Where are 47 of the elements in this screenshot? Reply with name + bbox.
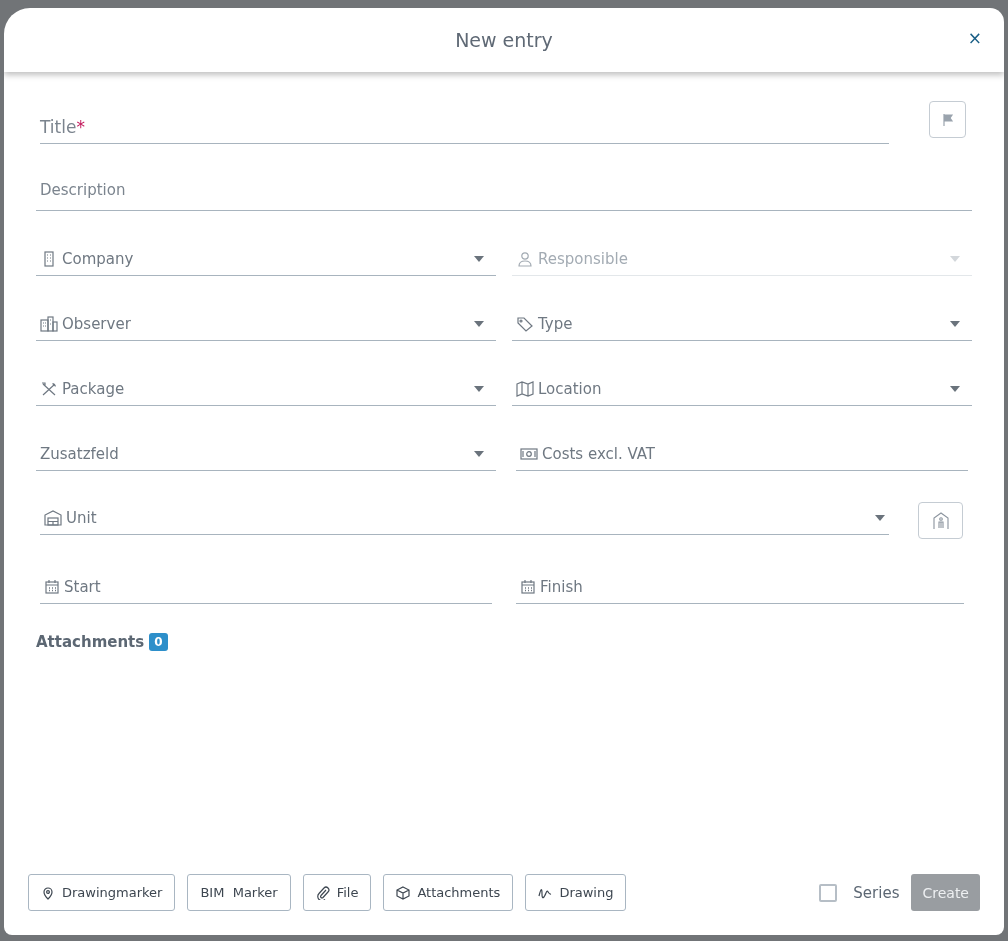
dropdown-field[interactable]: Observer (36, 285, 496, 341)
calendar-icon (44, 578, 60, 595)
caret-icon (474, 450, 484, 457)
caret-icon (474, 255, 484, 262)
footer-button[interactable]: Attachments (383, 874, 514, 911)
tools-icon (40, 380, 58, 397)
series-label: Series (853, 883, 900, 902)
footer-button[interactable]: Drawingmarker (28, 874, 176, 911)
caret-icon (474, 320, 484, 327)
footer-button[interactable]: BIM Marker (187, 874, 291, 911)
input-field[interactable]: Costs excl. VAT (516, 415, 968, 471)
caret-icon (950, 320, 960, 327)
flag-button[interactable] (929, 101, 966, 138)
pin-icon (41, 885, 55, 900)
dropdown-field[interactable]: Package (36, 350, 496, 406)
dropdown-field[interactable]: Location (512, 350, 972, 406)
footer-button[interactable]: File (302, 874, 372, 911)
dropdown-field[interactable]: Zusatzfeld (36, 415, 496, 471)
title-field[interactable]: Title* (40, 100, 889, 144)
date-field[interactable]: Start (40, 548, 492, 604)
warehouse-icon (44, 510, 62, 526)
house-person-icon (932, 511, 949, 530)
series-checkbox[interactable] (819, 883, 838, 902)
footer-button[interactable]: Drawing (525, 874, 627, 911)
date-field[interactable]: Finish (516, 548, 964, 604)
tag-icon (516, 315, 534, 332)
description-field[interactable]: Description (36, 155, 972, 211)
dialog-title: New entry (455, 29, 553, 51)
map-icon (516, 380, 534, 397)
calendar-icon (520, 578, 536, 595)
buildings-icon (40, 315, 58, 332)
person-icon (516, 250, 534, 267)
caret-icon (950, 255, 960, 262)
money-icon (520, 445, 538, 462)
dropdown-field[interactable]: Company (36, 220, 496, 276)
close-button[interactable]: × (963, 26, 986, 50)
count-badge: 0 (149, 633, 168, 651)
unit-button[interactable] (918, 502, 963, 539)
dropdown-field[interactable]: Type (512, 285, 972, 341)
dropdown-field[interactable]: Unit (40, 480, 889, 535)
attachments-heading: Attachments (36, 633, 145, 651)
clip-icon (315, 885, 330, 900)
caret-icon (950, 385, 960, 392)
caret-icon (875, 515, 885, 521)
cube-icon (396, 885, 411, 900)
caret-icon (474, 385, 484, 392)
flag-icon (940, 112, 955, 127)
